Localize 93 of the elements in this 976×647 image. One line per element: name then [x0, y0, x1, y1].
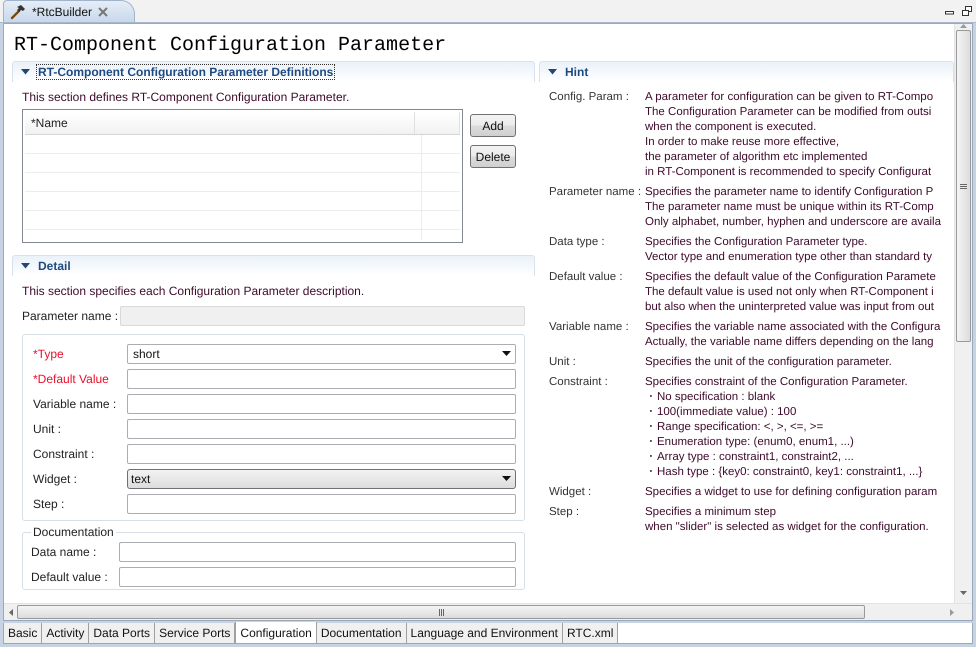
- combo-value: short: [133, 346, 161, 360]
- page-tab[interactable]: Data Ports: [89, 623, 156, 643]
- combo-value: text: [131, 472, 152, 486]
- input-field[interactable]: [119, 566, 516, 586]
- hint-text: ・Array type : constraint1, constraint2, ...: [645, 450, 855, 465]
- hint-label: Unit :: [549, 355, 577, 370]
- group-title: Documentation: [32, 525, 115, 539]
- field-label: Variable name :: [33, 396, 118, 410]
- dropdown[interactable]: text: [127, 468, 516, 488]
- hint-label: Variable name :: [549, 320, 630, 335]
- field-label: Step :: [33, 496, 66, 510]
- hint-text: Specifies constraint of the Configuration Parameter.: [645, 375, 909, 390]
- caret-icon: [502, 476, 511, 481]
- editor-tab[interactable]: *RtcBuilder: [3, 0, 136, 22]
- twisty-icon[interactable]: [548, 69, 557, 75]
- hint-text: A parameter for configuration can be given to RT-Compo: [645, 90, 934, 105]
- field-label: *Type: [33, 346, 65, 360]
- hint-text: Specifies the parameter name to identify Configuration P: [645, 185, 934, 200]
- hint-label: Constraint :: [549, 375, 609, 390]
- hint-text: but also when the uninterpreted value was input from out: [645, 300, 935, 315]
- hint-label: Widget :: [549, 485, 592, 500]
- hint-text: ・100(immediate value) : 100: [645, 405, 798, 420]
- input-field[interactable]: [127, 444, 516, 464]
- restore-icon[interactable]: [962, 6, 972, 16]
- section-title[interactable]: Detail: [37, 259, 72, 273]
- hammer-icon: [10, 4, 26, 20]
- hint-text: Specifies the unit of the configuration parameter.: [645, 355, 892, 370]
- section-title[interactable]: Hint: [564, 65, 590, 79]
- hint-text: The parameter name must be unique within its RT-Comp: [645, 200, 935, 215]
- field-label: Parameter name :: [22, 308, 120, 322]
- section-title[interactable]: RT-Component Configuration Parameter Definitions: [37, 65, 334, 79]
- hint-text: ・No specification : blank: [645, 390, 776, 405]
- hint-label: Default value :: [549, 270, 624, 285]
- right-arrow-icon[interactable]: [950, 608, 954, 616]
- twisty-icon[interactable]: [21, 69, 30, 75]
- input-field[interactable]: [127, 418, 516, 438]
- hint-text: The Configuration Parameter can be modified from outsi: [645, 105, 932, 120]
- input-field[interactable]: [119, 542, 516, 562]
- hint-text: Specifies the variable name associated with the Configura: [645, 320, 940, 335]
- section-description: This section specifies each Configuration Parameter description.: [22, 284, 366, 298]
- page-tab[interactable]: Activity: [42, 623, 90, 643]
- field-label: *Default Value: [33, 372, 110, 386]
- page-tab[interactable]: Basic: [4, 623, 42, 643]
- page-tab[interactable]: RTC.xml: [562, 623, 618, 643]
- vertical-scrollbar[interactable]: [954, 24, 972, 603]
- twisty-icon[interactable]: [21, 263, 30, 269]
- hint-label: Step :: [549, 505, 580, 520]
- hint-text: Vector type and enumeration type other than standard ty: [645, 250, 932, 265]
- down-arrow-icon[interactable]: [960, 591, 967, 595]
- delete-button[interactable]: Delete: [470, 145, 516, 168]
- grip-icon: [960, 184, 967, 188]
- hint-text: Specifies the Configuration Parameter type.: [645, 235, 868, 250]
- parameter-table[interactable]: *Name: [22, 109, 463, 243]
- hint-text: when the component is executed.: [645, 120, 818, 135]
- hint-text: Specifies a widget to use for defining configuration param: [645, 485, 938, 500]
- section-description: This section defines RT-Component Configuration Parameter.: [22, 90, 350, 104]
- up-arrow-icon[interactable]: [960, 24, 967, 28]
- hint-text: The default value is used not only when RT-Component i: [645, 285, 935, 300]
- caret-icon: [502, 351, 511, 356]
- close-icon[interactable]: [98, 6, 108, 16]
- horizontal-scrollbar[interactable]: [4, 603, 972, 620]
- page-tab[interactable]: Documentation: [316, 623, 407, 643]
- hint-text: in RT-Component is recommended to specify Configurat: [645, 165, 932, 180]
- hint-label: Config. Param :: [549, 90, 630, 105]
- hint-text: Only alphabet, number, hyphen and underscore are availa: [645, 215, 942, 230]
- input-field[interactable]: [127, 494, 516, 514]
- field-label: Default value :: [31, 570, 109, 584]
- hint-text: ・Enumeration type: (enum0, enum1, ...): [645, 435, 855, 450]
- field-label: Data name :: [31, 544, 98, 558]
- hint-text: ・Hash type : {key0: constraint0, key1: constraint1, ...}: [645, 465, 922, 480]
- field-label: Unit :: [33, 422, 62, 436]
- hint-text: when "slider" is selected as widget for the configuration.: [645, 520, 929, 535]
- page-tab[interactable]: Configuration: [235, 622, 317, 643]
- input-field[interactable]: [127, 368, 516, 388]
- hint-label: Data type :: [549, 235, 606, 250]
- tab-title: *RtcBuilder: [32, 4, 92, 18]
- input-field[interactable]: [127, 394, 516, 414]
- combo-box[interactable]: short: [127, 344, 516, 364]
- left-arrow-icon[interactable]: [9, 608, 13, 616]
- grip-icon: [438, 608, 444, 616]
- hint-text: Specifies the default value of the Configuration Paramete: [645, 270, 936, 285]
- field-label: Constraint :: [33, 446, 96, 460]
- page-title: RT-Component Configuration Parameter: [14, 34, 446, 58]
- hint-text: ・Range specification: <, >, <=, >=: [645, 420, 824, 435]
- field-label: Widget :: [33, 472, 78, 486]
- hint-text: Specifies a minimum step: [645, 505, 778, 520]
- page-tab[interactable]: Language and Environment: [406, 623, 563, 643]
- add-button[interactable]: Add: [470, 114, 516, 137]
- page-tab[interactable]: Service Ports: [155, 623, 236, 643]
- hint-text: Actually, the variable name differs depending on the lang: [645, 335, 935, 350]
- hint-text: the parameter of algorithm etc implemented: [645, 150, 868, 165]
- hint-label: Parameter name :: [549, 185, 642, 200]
- hint-text: In order to make reuse more effective,: [645, 135, 840, 150]
